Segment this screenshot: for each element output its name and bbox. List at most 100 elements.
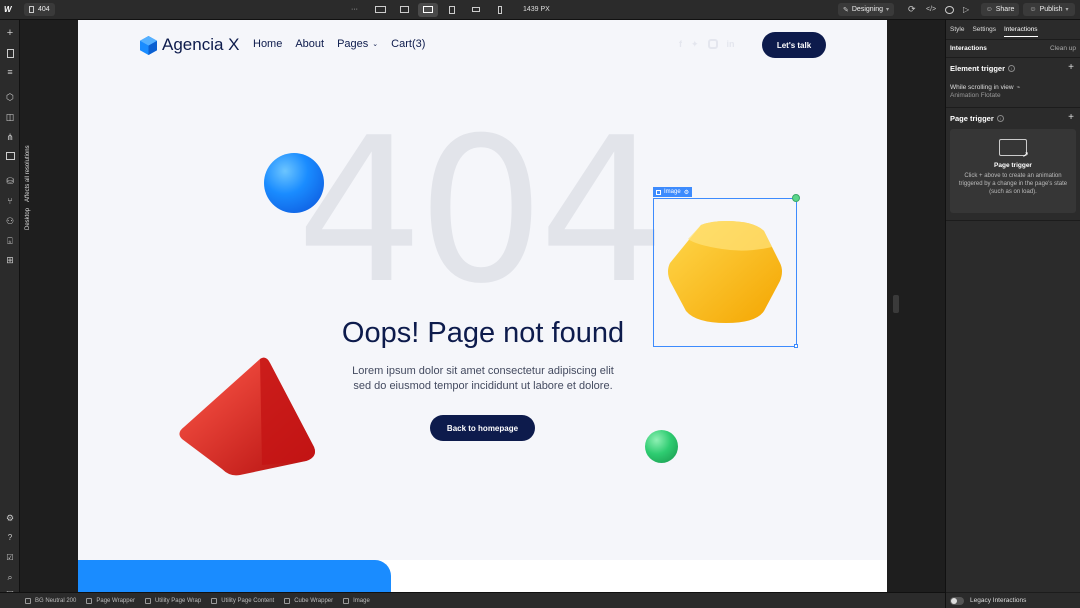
more-menu-button[interactable]: ··· [351,6,358,13]
add-elements-icon[interactable]: + [5,27,15,39]
add-element-trigger-icon[interactable]: + [1068,62,1074,73]
breadcrumb-item[interactable]: Page Wrapper [86,597,135,604]
selection-handle-icon[interactable] [792,194,800,202]
linkedin-icon[interactable]: in [727,39,735,50]
code-icon[interactable]: </> [926,6,936,13]
blue-sphere-image[interactable] [264,153,324,213]
image-tag-icon [656,189,661,195]
page-name: 404 [38,6,50,13]
publish-user-icon: ☺ [1029,6,1037,13]
body-icon [25,597,31,604]
variables-icon[interactable]: ⋔ [5,132,15,142]
canvas-resize-handle[interactable] [893,295,899,313]
nav-pages-dropdown[interactable]: Pages ⌄ [337,38,378,50]
breakpoint-large-desktop-button[interactable] [370,3,390,17]
phone-landscape-icon [472,7,480,12]
page-trigger-section: Page trigger i + ➚ Page trigger Click + … [946,108,1080,221]
apps-icon[interactable]: ⊞ [5,255,15,265]
selection-corner-handle[interactable] [794,344,798,348]
element-trigger-title: Element trigger [950,64,1006,73]
comment-icon[interactable] [945,5,954,14]
div-block-icon [144,597,151,604]
brand-logo[interactable]: Agencia X [140,35,240,55]
image-icon[interactable] [5,151,15,161]
logic-icon[interactable]: ⑂ [5,196,15,206]
breadcrumb-label: Page Wrapper [96,597,135,604]
element-trigger-section: Element trigger i + While scrolling in v… [946,58,1080,108]
settings-gear-icon[interactable]: ⚙ [5,513,15,523]
breadcrumb-label: Utility Page Wrap [154,597,202,604]
twitter-icon[interactable]: ✦ [691,39,699,50]
cms-icon[interactable]: ⛁ [5,176,15,186]
info-icon[interactable]: i [1008,65,1016,72]
play-preview-icon[interactable]: ▷ [963,5,969,14]
instagram-icon[interactable] [707,39,718,49]
cleanup-button[interactable]: Clean up [1050,45,1076,52]
trigger-item-label: While scrolling in view [950,83,1014,91]
publish-button[interactable]: ☺ Publish ▾ [1023,3,1075,16]
selection-tag[interactable]: Image ⚙ [653,187,693,197]
trigger-item[interactable]: While scrolling in view ⌁ Animation Flot… [950,83,1076,100]
social-links: f ✦ in [679,39,735,50]
add-page-trigger-icon[interactable]: + [1068,112,1074,123]
page-icon [29,6,34,13]
canvas-width-readout[interactable]: 1439 PX [523,6,550,13]
selection-tag-label: Image [664,189,681,195]
interactions-title: Interactions [950,45,987,52]
green-sphere-image[interactable] [645,430,678,463]
breadcrumb-item[interactable]: Utility Page Wrap [144,597,202,604]
site-page: Agencia X Home About Pages ⌄ Cart(3) f ✦… [78,20,887,592]
tablet-icon [449,5,455,14]
page-selector[interactable]: 404 [24,3,55,16]
monitor-star-icon [423,6,433,13]
breadcrumb-item[interactable]: Cube Wrapper [284,597,333,604]
breakpoint-label: Desktop [25,207,31,230]
tab-settings[interactable]: Settings [972,26,996,33]
breadcrumb-label: Utility Page Content [221,597,275,604]
search-icon[interactable]: ⌕ [5,572,15,582]
page-trigger-card-desc: Click + above to create an animation tri… [958,173,1068,196]
navigator-icon[interactable]: ≡ [5,67,15,77]
publish-label: Publish [1039,6,1063,13]
legacy-toggle[interactable] [950,596,964,605]
breakpoint-mobile-button[interactable] [490,3,510,17]
nav-cart-link[interactable]: Cart(3) [391,38,425,50]
ecommerce-icon[interactable]: ⌺ [5,236,15,246]
chevron-down-icon: ⌄ [372,41,379,48]
webflow-logo-icon[interactable]: W [4,5,18,14]
mode-dropdown[interactable]: ✎ Designing ▾ [838,3,895,16]
breakpoint-base-button[interactable] [418,2,438,17]
users-icon[interactable]: ⚇ [5,216,15,226]
facebook-icon[interactable]: f [679,39,682,50]
breakpoint-mobile-landscape-button[interactable] [466,3,486,17]
components-icon[interactable]: ⬡ [5,92,15,102]
browser-cursor-icon: ➚ [999,139,1029,159]
share-button[interactable]: ☺ Share [981,3,1019,16]
back-to-homepage-button[interactable]: Back to homepage [430,415,535,441]
tab-style[interactable]: Style [950,26,964,33]
big-404-text: 404 [296,95,666,328]
audit-check-icon[interactable]: ☑ [5,552,15,562]
selection-settings-icon[interactable]: ⚙ [684,189,689,196]
monitor-large-icon [374,6,386,13]
breakpoint-tablet-button[interactable] [442,3,462,17]
nav-about-link[interactable]: About [295,38,324,50]
assets-icon[interactable]: ◫ [5,112,15,122]
red-pyramid-image[interactable] [178,355,318,477]
breakpoint-desktop-button[interactable] [394,3,414,17]
pages-icon[interactable] [5,48,15,58]
nav-home-link[interactable]: Home [253,38,282,50]
footer-blue-block [78,560,391,592]
help-icon[interactable]: ? [5,532,15,542]
phone-icon [498,5,502,14]
breadcrumb-item[interactable]: Image [343,597,370,604]
breadcrumb-item[interactable]: BG Neutral 200 [25,597,76,604]
tab-interactions[interactable]: Interactions [1003,26,1038,37]
left-toolbar: + ≡ ⬡ ◫ ⋔ ⛁ ⑂ ⚇ ⌺ ⊞ ⚙ ? ☑ ⌕ ▣ [0,20,20,598]
lets-talk-button[interactable]: Let's talk [762,32,826,58]
image-element-icon [343,597,350,604]
breadcrumb-item[interactable]: Utility Page Content [211,597,275,604]
legacy-label: Legacy Interactions [970,597,1027,604]
refresh-icon[interactable]: ⟳ [908,4,916,15]
page-trigger-info-icon[interactable]: i [996,115,1004,122]
